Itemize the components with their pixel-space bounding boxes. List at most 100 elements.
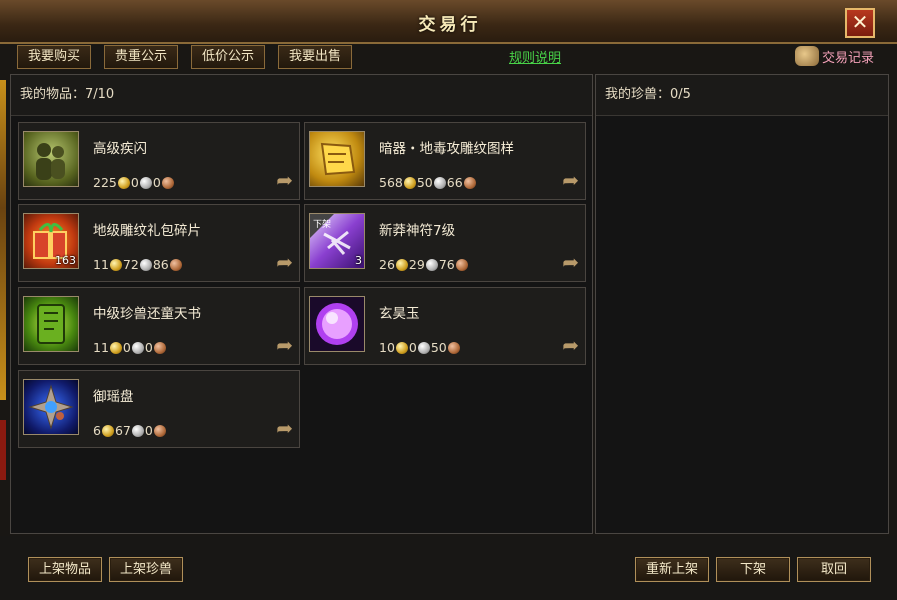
price-copper: 50 (430, 340, 447, 355)
item-price: 10 0 50 (379, 340, 461, 355)
item-name: 暗器・地毒攻雕纹图样 (379, 141, 514, 157)
price-copper: 86 (152, 257, 169, 272)
item-card[interactable]: 高级疾闪 225 0 0 ➦ (18, 122, 300, 200)
copper-coin-icon (161, 176, 174, 189)
silver-coin-icon (433, 176, 446, 189)
rules-link[interactable]: 规则说明 (509, 47, 561, 66)
price-copper: 0 (144, 340, 153, 355)
item-card[interactable]: 御瑶盘 6 67 0 ➦ (18, 370, 300, 448)
tab-valuable-notice[interactable]: 贵重公示 (104, 45, 179, 69)
list-item-button[interactable]: 上架物品 (28, 557, 102, 582)
side-ornament-red (0, 420, 6, 480)
share-arrow-icon[interactable]: ➦ (562, 335, 579, 355)
copper-coin-icon (447, 341, 460, 354)
delist-button[interactable]: 下架 (716, 557, 790, 582)
item-price: 568 50 66 (379, 175, 477, 190)
copper-coin-icon (169, 258, 182, 271)
price-gold: 10 (379, 340, 395, 355)
item-name: 御瑶盘 (93, 389, 134, 405)
silver-coin-icon (139, 176, 152, 189)
side-ornament (0, 80, 6, 400)
trade-records-button[interactable]: 交易记录 (795, 44, 874, 68)
price-gold: 11 (93, 340, 109, 355)
scroll-icon (795, 46, 819, 66)
green-book-icon (23, 296, 79, 352)
item-name: 中级珍兽还童天书 (93, 306, 201, 322)
gold-coin-icon (117, 176, 130, 189)
price-silver: 72 (122, 257, 139, 272)
silver-coin-icon (417, 341, 430, 354)
item-price: 11 0 0 (93, 340, 167, 355)
shadow-figures-icon (23, 131, 79, 187)
gold-coin-icon (403, 176, 416, 189)
my-pets-panel: 我的珍兽：0/5 (595, 74, 889, 534)
tab-sell[interactable]: 我要出售 (278, 45, 353, 69)
copper-coin-icon (455, 258, 468, 271)
share-arrow-icon[interactable]: ➦ (562, 170, 579, 190)
price-gold: 11 (93, 257, 109, 272)
item-card[interactable]: 玄昊玉 10 0 50 ➦ (304, 287, 586, 365)
item-name: 高级疾闪 (93, 141, 147, 157)
my-items-header: 我的物品：7/10 (11, 75, 592, 116)
gold-coin-icon (109, 258, 122, 271)
price-copper: 66 (446, 175, 463, 190)
item-card[interactable]: 163 地级雕纹礼包碎片 11 72 86 ➦ (18, 204, 300, 282)
gold-coin-icon (395, 258, 408, 271)
price-gold: 225 (93, 175, 117, 190)
price-silver: 0 (408, 340, 417, 355)
item-name: 地级雕纹礼包碎片 (93, 223, 201, 239)
item-price: 6 67 0 (93, 423, 167, 438)
my-pets-header: 我的珍兽：0/5 (596, 75, 888, 116)
silver-coin-icon (131, 424, 144, 437)
close-icon: ✕ (851, 10, 869, 34)
item-price: 225 0 0 (93, 175, 175, 190)
copper-coin-icon (463, 176, 476, 189)
gold-coin-icon (101, 424, 114, 437)
share-arrow-icon[interactable]: ➦ (276, 335, 293, 355)
gold-coin-icon (395, 341, 408, 354)
list-pet-button[interactable]: 上架珍兽 (109, 557, 183, 582)
window-titlebar: 交易行 ✕ (0, 0, 897, 44)
window-title: 交易行 (418, 15, 482, 35)
share-arrow-icon[interactable]: ➦ (276, 418, 293, 438)
tab-buy[interactable]: 我要购买 (17, 45, 92, 69)
silver-coin-icon (131, 341, 144, 354)
share-arrow-icon[interactable]: ➦ (276, 170, 293, 190)
retrieve-button[interactable]: 取回 (797, 557, 871, 582)
gold-coin-icon (109, 341, 122, 354)
item-count: 163 (55, 254, 76, 267)
trade-records-label: 交易记录 (822, 50, 875, 66)
talisman-icon: 下架 3 (309, 213, 365, 269)
copper-coin-icon (153, 341, 166, 354)
item-count: 3 (355, 254, 362, 267)
relist-button[interactable]: 重新上架 (635, 557, 709, 582)
tab-low-price-notice[interactable]: 低价公示 (191, 45, 266, 69)
gift-box-icon: 163 (23, 213, 79, 269)
price-gold: 26 (379, 257, 395, 272)
price-gold: 6 (93, 423, 101, 438)
copper-coin-icon (153, 424, 166, 437)
silver-coin-icon (425, 258, 438, 271)
item-name: 新莽神符7级 (379, 223, 456, 239)
price-silver: 50 (416, 175, 433, 190)
item-name: 玄昊玉 (379, 306, 420, 322)
delisted-badge: 下架 (313, 219, 331, 230)
item-price: 26 29 76 (379, 257, 469, 272)
golden-scroll-icon (309, 131, 365, 187)
share-arrow-icon[interactable]: ➦ (276, 252, 293, 272)
silver-coin-icon (139, 258, 152, 271)
item-card[interactable]: 中级珍兽还童天书 11 0 0 ➦ (18, 287, 300, 365)
price-copper: 0 (144, 423, 153, 438)
price-silver: 29 (408, 257, 425, 272)
price-copper: 0 (152, 175, 161, 190)
share-arrow-icon[interactable]: ➦ (562, 252, 579, 272)
price-copper: 76 (438, 257, 455, 272)
price-gold: 568 (379, 175, 403, 190)
item-price: 11 72 86 (93, 257, 183, 272)
blue-star-disc-icon (23, 379, 79, 435)
price-silver: 0 (122, 340, 131, 355)
close-button[interactable]: ✕ (845, 8, 875, 38)
item-card[interactable]: 下架 3 新莽神符7级 26 29 76 ➦ (304, 204, 586, 282)
purple-orb-icon (309, 296, 365, 352)
item-card[interactable]: 暗器・地毒攻雕纹图样 568 50 66 ➦ (304, 122, 586, 200)
